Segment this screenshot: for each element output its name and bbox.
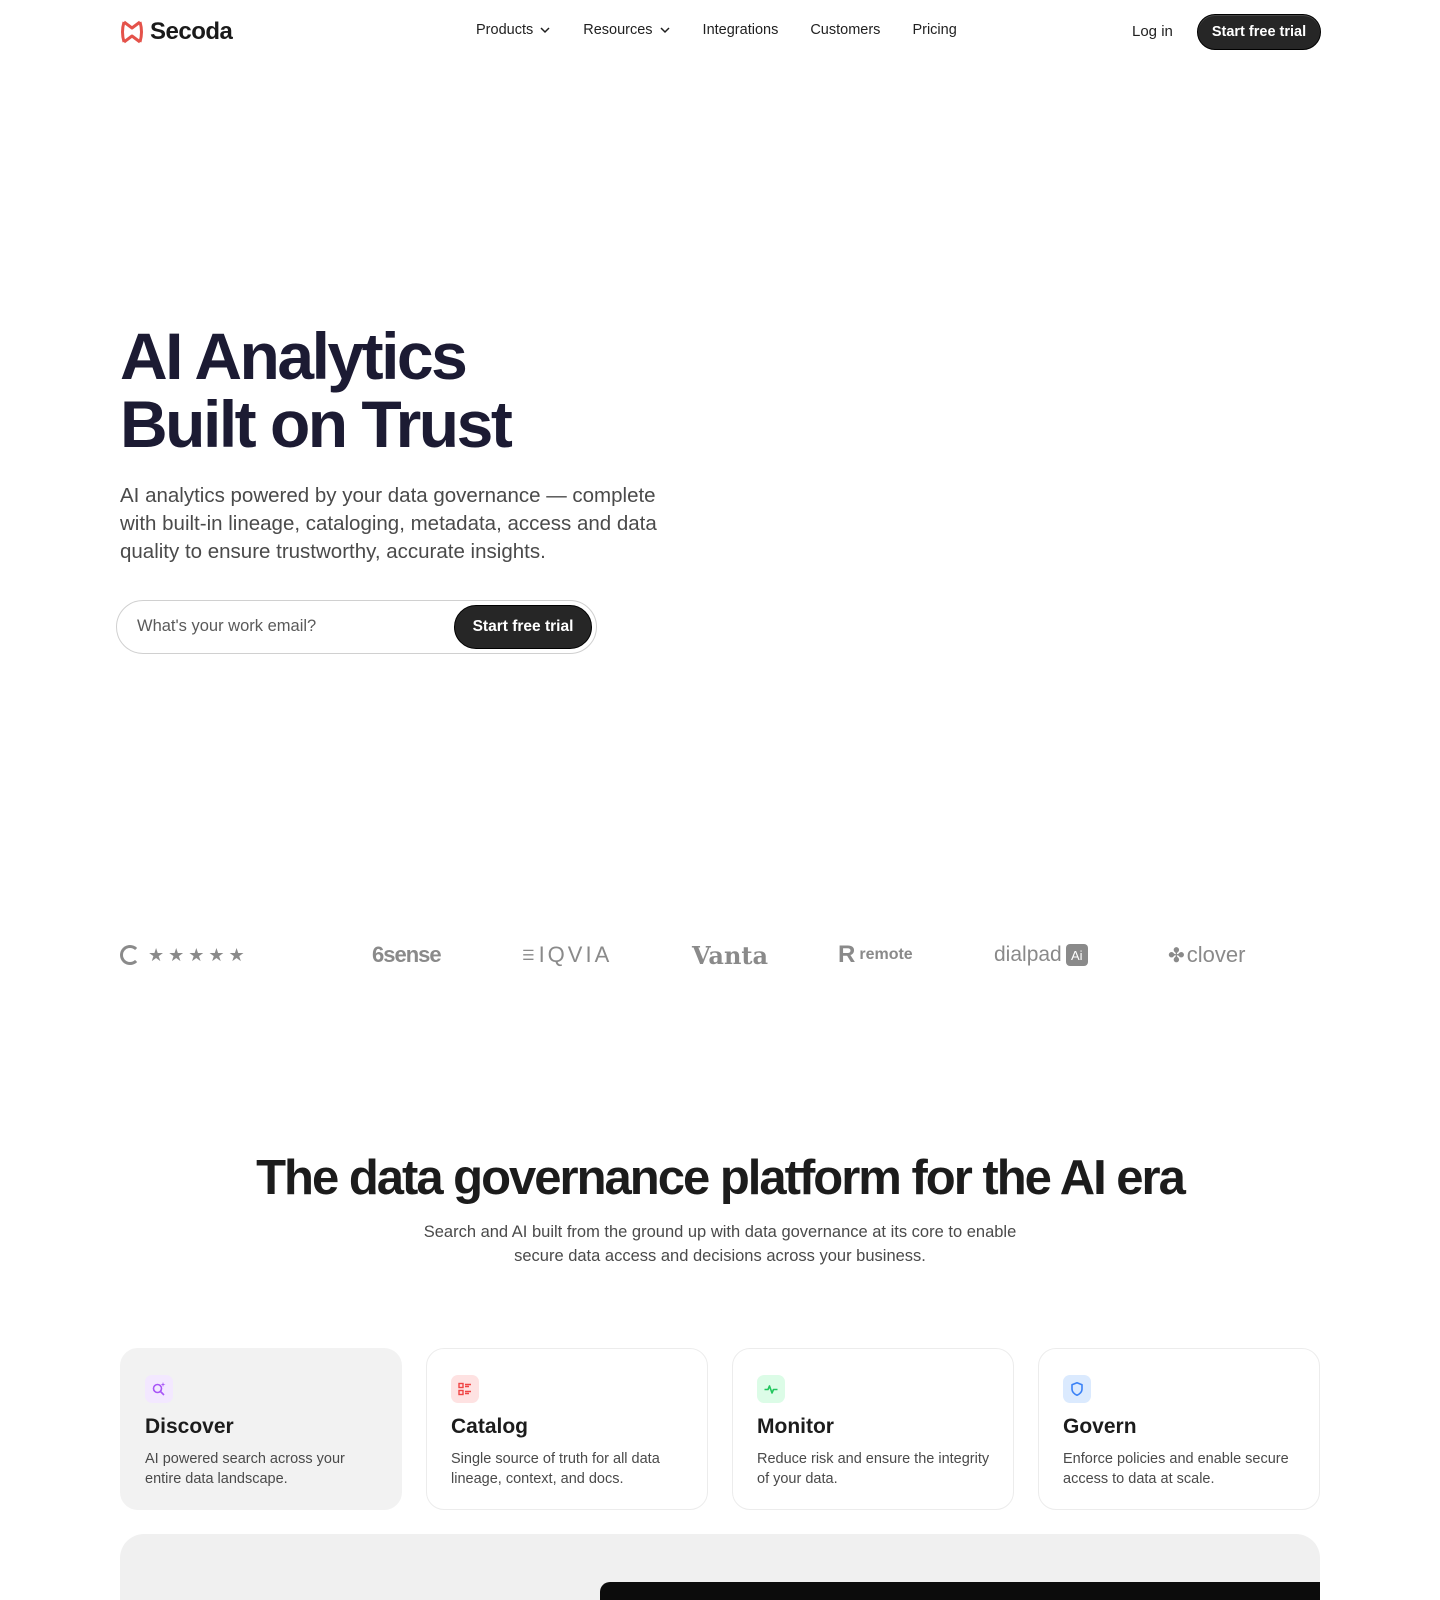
hero-title: AI Analytics Built on Trust — [120, 319, 513, 461]
nav-customers-label: Customers — [810, 22, 881, 38]
hero-subtitle: AI analytics powered by your data govern… — [120, 484, 657, 563]
top-nav: Secoda Products Resources Integrations C… — [0, 0, 1440, 64]
nav-start-trial-button[interactable]: Start free trial — [1197, 14, 1321, 50]
logo-dialpad: dialpad Ai — [994, 940, 1088, 970]
brand-name: Secoda — [150, 18, 233, 45]
section-subtitle: Search and AI built from the ground up w… — [423, 1223, 1017, 1265]
rating-stars: ★★★★★ — [148, 944, 249, 965]
logo-remote-text: remote — [859, 946, 913, 963]
customer-logos: ★★★★★ 6sense ☰ IQVIA Vanta R remote dial… — [120, 940, 1320, 970]
nav-pricing[interactable]: Pricing — [912, 22, 956, 38]
card-description: AI powered search across your entire dat… — [145, 1451, 345, 1487]
card-description: Enforce policies and enable secure acces… — [1063, 1451, 1289, 1487]
product-preview-window — [600, 1582, 1320, 1600]
card-catalog[interactable]: Catalog Single source of truth for all d… — [426, 1348, 708, 1510]
card-monitor[interactable]: Monitor Reduce risk and ensure the integ… — [732, 1348, 1014, 1510]
nav-resources-label: Resources — [583, 22, 653, 38]
card-description: Single source of truth for all data line… — [451, 1451, 660, 1487]
logo-clover: ✤ clover — [1168, 940, 1245, 970]
login-link[interactable]: Log in — [1132, 23, 1173, 40]
logo-clover-text: clover — [1186, 942, 1246, 967]
search-sparkle-icon — [145, 1375, 173, 1403]
pulse-icon — [757, 1375, 785, 1403]
card-title: Catalog — [451, 1415, 529, 1438]
email-signup-form: Start free trial — [116, 600, 597, 654]
iqvia-lines-icon: ☰ — [522, 946, 535, 963]
nav-products[interactable]: Products — [476, 22, 551, 38]
dialpad-ai-icon: Ai — [1065, 944, 1088, 966]
nav-integrations[interactable]: Integrations — [703, 22, 779, 38]
logo-vanta: Vanta — [692, 940, 769, 970]
clover-leaf-icon: ✤ — [1168, 944, 1185, 967]
hero-title-line-2: Built on Trust — [120, 387, 513, 461]
remote-r-icon: R — [838, 941, 856, 968]
g2-rating: ★★★★★ — [120, 940, 249, 970]
logo-6sense: 6sense — [372, 942, 442, 967]
nav-products-label: Products — [476, 22, 534, 38]
nav-customers[interactable]: Customers — [810, 22, 880, 38]
brand-logo[interactable]: Secoda — [120, 18, 233, 46]
shield-icon — [1063, 1375, 1091, 1403]
secoda-logo-icon — [121, 20, 143, 44]
feature-cards: Discover AI powered search across your e… — [120, 1348, 1320, 1510]
hero-start-trial-button[interactable]: Start free trial — [454, 605, 592, 649]
nav-resources[interactable]: Resources — [583, 22, 670, 38]
logo-iqvia-text: IQVIA — [538, 942, 613, 967]
section-title: The data governance platform for the AI … — [256, 1151, 1186, 1205]
email-input[interactable] — [137, 617, 437, 636]
nav-integrations-label: Integrations — [702, 22, 779, 38]
logo-dialpad-text: dialpad — [994, 943, 1062, 966]
product-preview-panel — [120, 1534, 1320, 1600]
nav-pricing-label: Pricing — [912, 22, 957, 38]
main-nav: Products Resources Integrations Customer… — [476, 22, 957, 38]
chevron-down-icon — [660, 27, 670, 34]
card-discover[interactable]: Discover AI powered search across your e… — [120, 1348, 402, 1510]
card-title: Monitor — [757, 1415, 834, 1438]
logo-remote: R remote — [838, 940, 913, 970]
card-govern[interactable]: Govern Enforce policies and enable secur… — [1038, 1348, 1320, 1510]
card-title: Govern — [1063, 1415, 1137, 1438]
card-title: Discover — [145, 1415, 234, 1438]
card-description: Reduce risk and ensure the integrity of … — [757, 1451, 990, 1487]
catalog-list-icon — [451, 1375, 479, 1403]
g2-icon — [120, 945, 140, 965]
chevron-down-icon — [540, 27, 550, 34]
hero-title-line-1: AI Analytics — [120, 319, 468, 393]
logo-iqvia: ☰ IQVIA — [522, 940, 612, 970]
